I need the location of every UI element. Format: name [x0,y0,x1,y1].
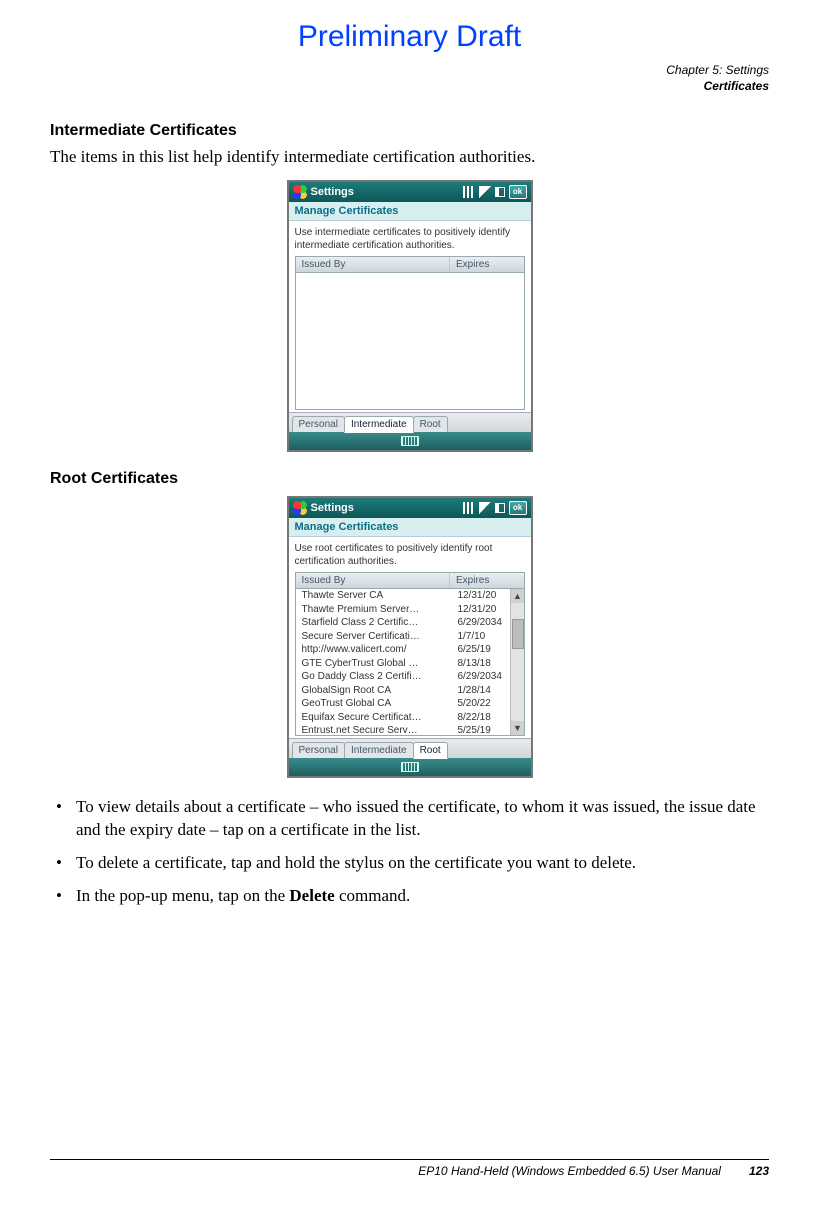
bullet3-delete-word: Delete [289,886,334,905]
footer-manual-title: EP10 Hand-Held (Windows Embedded 6.5) Us… [418,1164,721,1178]
table-row[interactable]: Thawte Server CA12/31/20 [296,589,524,603]
cell-issued-by: Entrust.net Secure Serv… [296,724,454,735]
bullet-view-details: To view details about a certificate – wh… [50,796,769,842]
keyboard-icon[interactable] [401,436,419,446]
cell-issued-by: Thawte Premium Server… [296,603,454,617]
col-issued-by[interactable]: Issued By [296,257,450,272]
grid-header: Issued By Expires [296,573,524,589]
wm-system-tray: ok [463,185,527,199]
table-row[interactable]: GTE CyberTrust Global …8/13/18 [296,657,524,671]
windows-flag-icon [293,185,307,199]
scroll-thumb[interactable] [512,619,524,649]
scroll-down-button[interactable]: ▼ [511,721,524,735]
col-expires[interactable]: Expires [450,573,524,588]
tab-personal[interactable]: Personal [292,742,345,758]
cell-issued-by: GTE CyberTrust Global … [296,657,454,671]
wm-tabs: Personal Intermediate Root [289,738,531,758]
intermediate-certificates-body: The items in this list help identify int… [50,146,769,168]
wm-title-text: Settings [311,186,354,198]
connectivity-icon[interactable] [463,502,475,514]
grid-body-root: Thawte Server CA12/31/20Thawte Premium S… [296,589,524,735]
bullet-delete-hold: To delete a certificate, tap and hold th… [50,852,769,875]
ok-button[interactable]: ok [509,501,527,515]
wm-titlebar: Settings ok [289,498,531,518]
signal-icon[interactable] [479,502,491,514]
wm-description: Use intermediate certificates to positiv… [295,227,525,252]
cell-issued-by: Starfield Class 2 Certific… [296,616,454,630]
windows-flag-icon [293,501,307,515]
tab-personal[interactable]: Personal [292,416,345,432]
instruction-list: To view details about a certificate – wh… [50,796,769,908]
table-row[interactable]: http://www.valicert.com/6/25/19 [296,643,524,657]
scrollbar[interactable]: ▲ ▼ [510,589,524,735]
table-row[interactable]: Thawte Premium Server…12/31/20 [296,603,524,617]
cert-grid: Issued By Expires [295,256,525,410]
keyboard-icon[interactable] [401,762,419,772]
screenshot-root: Settings ok Manage Certificates Use root… [287,496,533,778]
screenshot-intermediate: Settings ok Manage Certificates Use inte… [287,180,533,452]
table-row[interactable]: Entrust.net Secure Serv…5/25/19 [296,724,524,735]
volume-icon[interactable] [495,187,505,197]
connectivity-icon[interactable] [463,186,475,198]
table-row[interactable]: Equifax Secure Certificat…8/22/18 [296,711,524,725]
wm-subhead: Manage Certificates [289,518,531,537]
grid-body-empty [296,273,524,409]
cell-issued-by: GeoTrust Global CA [296,697,454,711]
tab-intermediate[interactable]: Intermediate [344,742,414,758]
wm-subhead: Manage Certificates [289,202,531,221]
table-row[interactable]: GeoTrust Global CA5/20/22 [296,697,524,711]
heading-intermediate-certificates: Intermediate Certificates [50,122,769,140]
col-expires[interactable]: Expires [450,257,524,272]
table-row[interactable]: Secure Server Certificati…1/7/10 [296,630,524,644]
wm-description: Use root certificates to positively iden… [295,543,525,568]
signal-icon[interactable] [479,186,491,198]
table-row[interactable]: GlobalSign Root CA1/28/14 [296,684,524,698]
cell-issued-by: GlobalSign Root CA [296,684,454,698]
ok-button[interactable]: ok [509,185,527,199]
tab-intermediate[interactable]: Intermediate [344,416,414,433]
preliminary-draft-banner: Preliminary Draft [50,20,769,54]
page-header: Chapter 5: Settings Certificates [50,62,769,94]
wm-tabs: Personal Intermediate Root [289,412,531,432]
cell-issued-by: Thawte Server CA [296,589,454,603]
page-footer: EP10 Hand-Held (Windows Embedded 6.5) Us… [50,1159,769,1178]
tab-root[interactable]: Root [413,416,448,432]
wm-titlebar: Settings ok [289,182,531,202]
scroll-up-button[interactable]: ▲ [511,589,524,603]
cell-issued-by: Secure Server Certificati… [296,630,454,644]
table-row[interactable]: Starfield Class 2 Certific…6/29/2034 [296,616,524,630]
bullet-delete-command: In the pop-up menu, tap on the Delete co… [50,885,769,908]
wm-system-tray: ok [463,501,527,515]
bullet3-post: command. [335,886,411,905]
chapter-label: Chapter 5: Settings [50,62,769,78]
tab-root[interactable]: Root [413,742,448,759]
grid-header: Issued By Expires [296,257,524,273]
cell-issued-by: Go Daddy Class 2 Certifi… [296,670,454,684]
cell-issued-by: http://www.valicert.com/ [296,643,454,657]
cell-issued-by: Equifax Secure Certificat… [296,711,454,725]
cert-grid: Issued By Expires Thawte Server CA12/31/… [295,572,525,736]
col-issued-by[interactable]: Issued By [296,573,450,588]
heading-root-certificates: Root Certificates [50,470,769,488]
wm-title-text: Settings [311,502,354,514]
section-label: Certificates [50,78,769,94]
bullet3-pre: In the pop-up menu, tap on the [76,886,289,905]
wm-bottom-bar [289,758,531,776]
wm-bottom-bar [289,432,531,450]
table-row[interactable]: Go Daddy Class 2 Certifi…6/29/2034 [296,670,524,684]
footer-page-number: 123 [749,1164,769,1178]
volume-icon[interactable] [495,503,505,513]
